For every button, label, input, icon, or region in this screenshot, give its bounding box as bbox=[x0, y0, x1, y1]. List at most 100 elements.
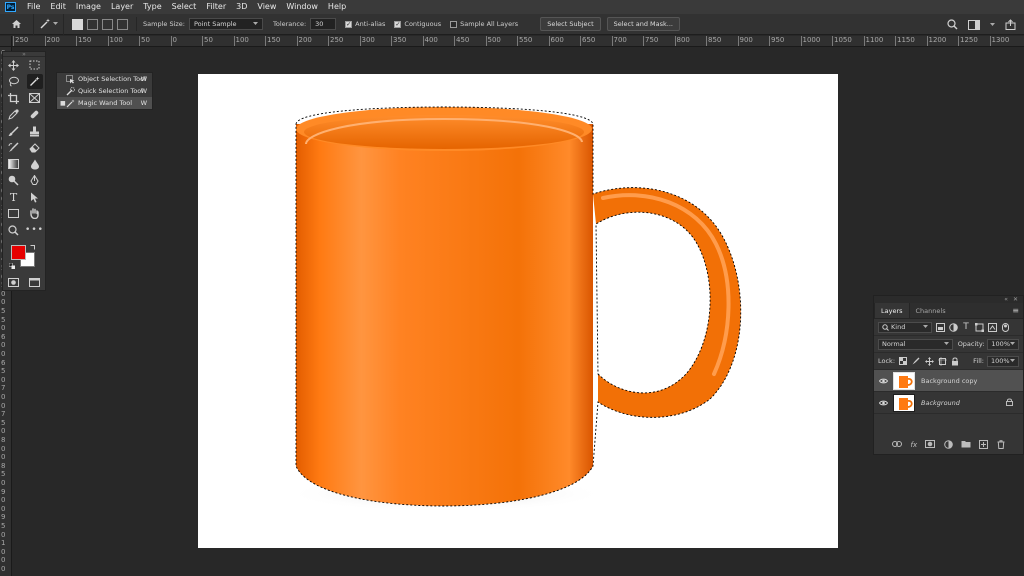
smart-object-filter-icon[interactable] bbox=[987, 322, 997, 332]
lock-image-pixels-icon[interactable] bbox=[911, 356, 921, 366]
ruler-label: 250 bbox=[330, 36, 344, 44]
zoom-tool-icon[interactable] bbox=[6, 223, 22, 238]
hand-tool-icon[interactable] bbox=[27, 206, 43, 221]
intersect-selection-button[interactable] bbox=[117, 18, 128, 30]
pen-tool-icon[interactable] bbox=[27, 173, 43, 188]
filter-toggle-icon[interactable] bbox=[1000, 322, 1010, 332]
menu-edit[interactable]: Edit bbox=[45, 0, 71, 14]
ruler-label: 150 bbox=[267, 36, 281, 44]
tolerance-input[interactable]: 30 bbox=[310, 18, 337, 30]
select-and-mask-button[interactable]: Select and Mask... bbox=[606, 17, 680, 31]
quick-mask-icon[interactable] bbox=[6, 275, 22, 290]
swap-colors-icon[interactable] bbox=[30, 244, 36, 250]
lock-transparent-pixels-icon[interactable] bbox=[898, 356, 908, 366]
document-canvas[interactable] bbox=[198, 74, 838, 548]
menu-window[interactable]: Window bbox=[281, 0, 323, 14]
tab-channels[interactable]: Channels bbox=[910, 303, 952, 318]
menu-select[interactable]: Select bbox=[167, 0, 202, 14]
path-selection-tool-icon[interactable] bbox=[27, 190, 43, 205]
chevron-down-icon[interactable] bbox=[990, 22, 995, 27]
brush-tool-icon[interactable] bbox=[6, 124, 22, 139]
menu-layer[interactable]: Layer bbox=[106, 0, 138, 14]
rectangle-tool-icon[interactable] bbox=[6, 206, 22, 221]
subtract-from-selection-button[interactable] bbox=[102, 18, 113, 30]
contiguous-checkbox[interactable]: ✓ Contiguous bbox=[394, 20, 441, 28]
opacity-input[interactable]: 100% bbox=[987, 338, 1019, 350]
fill-input[interactable]: 100% bbox=[987, 355, 1019, 367]
search-icon[interactable] bbox=[947, 19, 958, 30]
home-button[interactable] bbox=[0, 13, 34, 35]
gradient-tool-icon[interactable] bbox=[6, 157, 22, 172]
foreground-color-swatch[interactable] bbox=[11, 244, 26, 260]
menu-file[interactable]: File bbox=[22, 0, 45, 14]
menu-3d[interactable]: 3D bbox=[231, 0, 252, 14]
flyout-item-object-selection[interactable]: Object Selection Tool W bbox=[57, 73, 152, 85]
layer-name[interactable]: Background copy bbox=[921, 377, 1023, 385]
default-colors-icon[interactable] bbox=[9, 262, 15, 269]
lock-artboard-icon[interactable] bbox=[937, 356, 947, 366]
healing-brush-tool-icon[interactable] bbox=[27, 107, 43, 122]
menu-image[interactable]: Image bbox=[71, 0, 106, 14]
type-tool-icon[interactable]: T bbox=[6, 190, 22, 205]
link-layers-icon[interactable] bbox=[892, 441, 903, 449]
tolerance-value: 30 bbox=[315, 20, 324, 28]
magic-wand-tool-icon[interactable] bbox=[26, 74, 43, 90]
pixel-layer-filter-icon[interactable] bbox=[935, 322, 945, 332]
delete-layer-icon[interactable] bbox=[997, 439, 1005, 451]
share-icon[interactable] bbox=[1005, 19, 1016, 30]
new-selection-button[interactable] bbox=[72, 18, 83, 30]
eyedropper-tool-icon[interactable] bbox=[6, 107, 22, 122]
history-brush-tool-icon[interactable] bbox=[6, 140, 22, 155]
panel-menu-icon[interactable]: ≡ bbox=[1012, 306, 1019, 315]
blur-tool-icon[interactable] bbox=[27, 157, 43, 172]
new-group-icon[interactable] bbox=[961, 440, 971, 450]
menu-help[interactable]: Help bbox=[323, 0, 351, 14]
collapse-panel-icon[interactable]: « bbox=[1004, 296, 1008, 303]
tool-preset-picker[interactable] bbox=[34, 13, 64, 35]
screen-mode-icon[interactable] bbox=[27, 275, 43, 290]
tab-layers[interactable]: Layers bbox=[874, 303, 910, 318]
layer-lock-icon[interactable] bbox=[1006, 397, 1013, 408]
lock-position-icon[interactable] bbox=[924, 356, 934, 366]
add-layer-style-icon[interactable]: fx bbox=[910, 441, 917, 449]
menu-type[interactable]: Type bbox=[138, 0, 166, 14]
anti-alias-checkbox[interactable]: ✓ Anti-alias bbox=[345, 20, 385, 28]
eraser-tool-icon[interactable] bbox=[27, 140, 43, 155]
new-layer-icon[interactable] bbox=[979, 439, 989, 451]
crop-tool-icon[interactable] bbox=[6, 91, 22, 106]
shape-layer-filter-icon[interactable] bbox=[974, 322, 984, 332]
layer-row-background-copy[interactable]: Background copy bbox=[874, 370, 1023, 392]
lasso-tool-icon[interactable] bbox=[6, 74, 22, 89]
move-tool-icon[interactable] bbox=[6, 58, 22, 73]
add-to-selection-button[interactable] bbox=[87, 18, 98, 30]
close-panel-icon[interactable]: ✕ bbox=[1013, 296, 1018, 303]
new-adjustment-layer-icon[interactable] bbox=[943, 439, 953, 451]
visibility-eye-icon[interactable] bbox=[879, 378, 893, 384]
ruler-tick bbox=[296, 36, 298, 46]
sample-size-select[interactable]: Point Sample bbox=[188, 18, 263, 30]
flyout-item-magic-wand[interactable]: ■ Magic Wand Tool W bbox=[57, 97, 152, 109]
layer-row-background[interactable]: Background bbox=[874, 392, 1023, 414]
frame-tool-icon[interactable] bbox=[27, 91, 43, 106]
visibility-eye-icon[interactable] bbox=[879, 400, 893, 406]
layer-name[interactable]: Background bbox=[921, 399, 1006, 407]
sample-all-layers-checkbox[interactable]: Sample All Layers bbox=[450, 20, 518, 28]
ruler-tick bbox=[706, 36, 707, 46]
more-tools-icon[interactable]: ••• bbox=[25, 223, 43, 238]
horizontal-ruler[interactable]: 250 200 150 100 50 0 50 100 150 200 250 300 350 400 45… bbox=[12, 36, 1024, 47]
type-layer-filter-icon[interactable]: T bbox=[961, 322, 971, 332]
adjustment-layer-filter-icon[interactable] bbox=[948, 322, 958, 332]
menu-view[interactable]: View bbox=[252, 0, 281, 14]
clone-stamp-tool-icon[interactable] bbox=[27, 124, 43, 139]
marquee-tool-icon[interactable] bbox=[27, 58, 43, 73]
dodge-tool-icon[interactable] bbox=[6, 173, 22, 188]
lock-all-icon[interactable] bbox=[950, 356, 960, 366]
filter-kind-select[interactable]: Kind bbox=[878, 321, 932, 333]
blend-mode-select[interactable]: Normal bbox=[878, 338, 953, 350]
select-subject-button[interactable]: Select Subject bbox=[540, 17, 601, 31]
add-mask-icon[interactable] bbox=[925, 440, 936, 450]
ruler-label: 550 bbox=[519, 36, 533, 44]
workspace-icon[interactable] bbox=[968, 19, 980, 30]
menu-filter[interactable]: Filter bbox=[201, 0, 231, 14]
flyout-item-quick-selection[interactable]: Quick Selection Tool W bbox=[57, 85, 152, 97]
